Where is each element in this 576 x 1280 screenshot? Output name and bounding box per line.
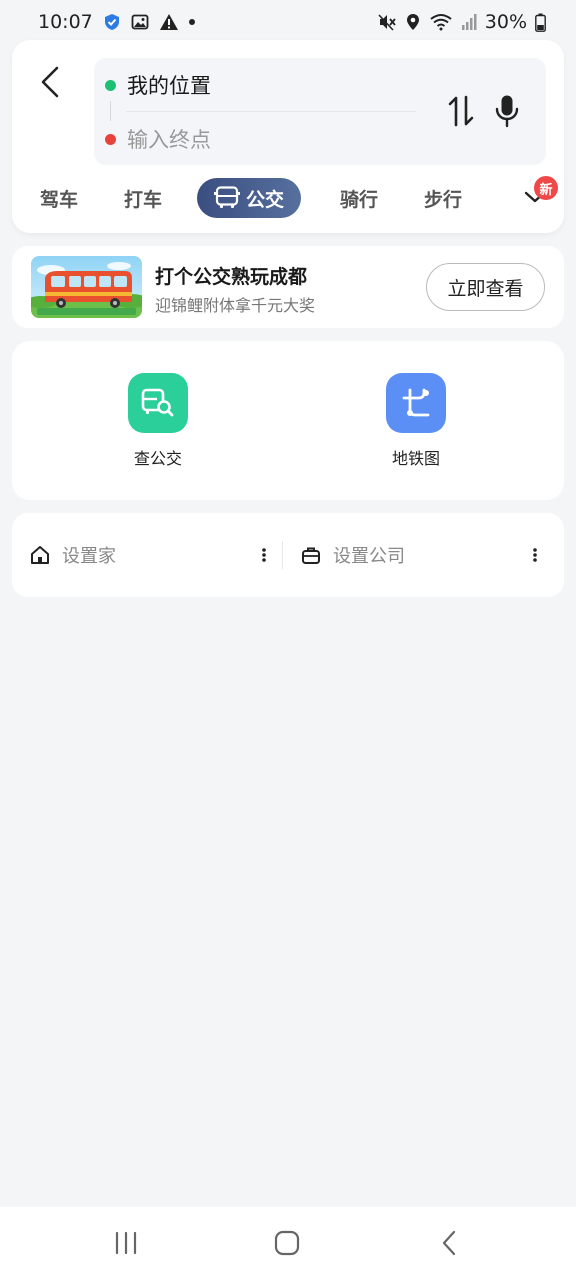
start-location-text: 我的位置 <box>127 74 211 98</box>
tab-bus[interactable]: 公交 <box>197 178 301 218</box>
set-work-label: 设置公司 <box>333 546 405 567</box>
bus-icon <box>213 186 240 208</box>
home-nav-button[interactable] <box>257 1223 317 1263</box>
route-input-box: 我的位置 输入终点 <box>94 58 546 165</box>
system-nav-bar <box>0 1207 576 1280</box>
status-bar: 10:07 30% <box>0 0 576 44</box>
home-nav-icon <box>274 1230 300 1256</box>
more-vertical-icon <box>262 548 266 562</box>
promo-bus-image <box>31 256 142 318</box>
start-dot-icon <box>105 79 116 91</box>
bus-lookup-label: 查公交 <box>133 449 182 468</box>
tab-taxi-label: 打车 <box>123 188 162 211</box>
saved-places-card: 设置家 设置公司 <box>12 513 564 597</box>
home-more-button[interactable] <box>254 543 274 567</box>
set-home-label: 设置家 <box>62 546 116 567</box>
notification-dot-icon <box>188 19 195 25</box>
home-icon <box>31 546 49 564</box>
back-button[interactable] <box>32 62 68 102</box>
swap-button[interactable] <box>444 92 478 130</box>
battery-percent: 30% <box>484 11 527 33</box>
more-vertical-icon <box>533 548 537 562</box>
new-badge: 新 <box>534 176 558 200</box>
briefcase-icon <box>302 547 320 564</box>
battery-icon <box>535 13 546 32</box>
tab-bike-label: 骑行 <box>339 188 378 211</box>
set-home-button[interactable]: 设置家 <box>30 513 116 597</box>
location-icon <box>405 13 421 31</box>
end-location-placeholder: 输入终点 <box>127 128 211 152</box>
status-time: 10:07 <box>38 11 93 33</box>
start-location-row[interactable]: 我的位置 <box>94 60 211 110</box>
set-work-button[interactable]: 设置公司 <box>301 513 405 597</box>
end-dot-icon <box>105 133 116 145</box>
bus-lookup-tool[interactable]: 查公交 <box>98 373 218 473</box>
promo-title: 打个公交熟玩成都 <box>155 266 308 288</box>
route-divider <box>126 111 416 112</box>
mute-icon <box>377 13 397 31</box>
back-arrow-icon <box>41 66 59 98</box>
tab-walk-label: 步行 <box>423 188 462 211</box>
recent-apps-button[interactable] <box>96 1223 156 1263</box>
voice-input-button[interactable] <box>490 92 524 130</box>
back-nav-icon <box>442 1230 456 1256</box>
tab-walk[interactable]: 步行 <box>418 178 468 218</box>
wifi-icon <box>429 13 453 31</box>
tab-drive[interactable]: 驾车 <box>34 178 84 218</box>
microphone-icon <box>495 95 519 128</box>
shield-check-icon <box>103 13 121 31</box>
end-location-input[interactable]: 输入终点 <box>94 114 211 164</box>
tab-bike[interactable]: 骑行 <box>334 178 384 218</box>
tab-bus-label: 公交 <box>245 188 284 211</box>
signal-icon <box>461 13 477 31</box>
promo-banner[interactable]: 打个公交熟玩成都 迎锦鲤附体拿千元大奖 立即查看 <box>12 246 564 328</box>
promo-subtitle: 迎锦鲤附体拿千元大奖 <box>155 296 316 315</box>
work-more-button[interactable] <box>525 543 545 567</box>
tab-taxi[interactable]: 打车 <box>118 178 168 218</box>
tab-drive-label: 驾车 <box>39 188 78 211</box>
gallery-icon <box>131 13 149 31</box>
back-nav-button[interactable] <box>419 1223 479 1263</box>
warning-icon <box>159 13 179 31</box>
subway-map-icon <box>386 373 446 433</box>
view-now-button[interactable]: 立即查看 <box>426 263 545 311</box>
swap-arrows-icon <box>448 95 474 127</box>
subway-map-label: 地铁图 <box>391 449 440 468</box>
places-divider <box>282 541 283 569</box>
tools-card: 查公交 地铁图 <box>12 341 564 500</box>
transport-mode-tabs: 驾车 打车 公交 骑行 步行 新 <box>12 176 564 222</box>
bus-search-icon <box>128 373 188 433</box>
subway-map-tool[interactable]: 地铁图 <box>356 373 476 473</box>
route-card: 我的位置 输入终点 驾车 打车 公交 骑行 步行 新 <box>12 40 564 233</box>
recent-apps-icon <box>115 1231 137 1255</box>
